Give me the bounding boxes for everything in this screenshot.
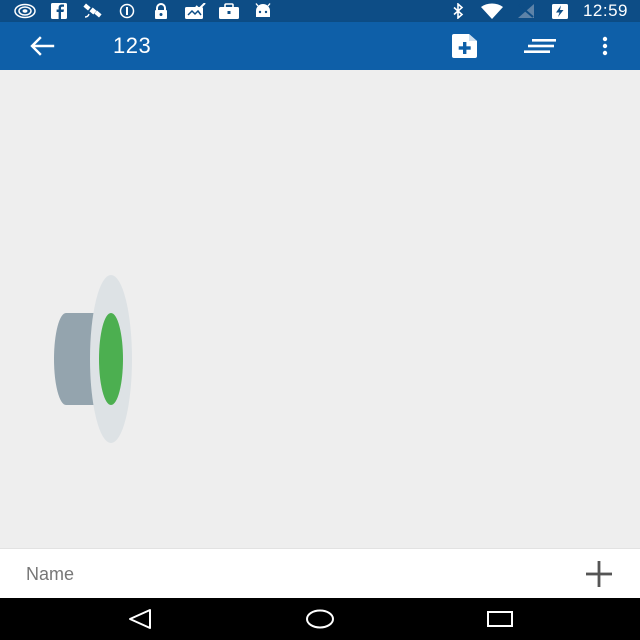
status-time: 12:59 bbox=[582, 1, 628, 20]
battery-charging-icon bbox=[551, 4, 568, 19]
name-input[interactable] bbox=[22, 557, 550, 591]
add-button[interactable] bbox=[584, 559, 614, 589]
bottom-input-bar bbox=[0, 548, 640, 599]
sort-button[interactable] bbox=[522, 32, 556, 60]
system-nav-bar bbox=[0, 598, 640, 640]
back-button[interactable] bbox=[26, 32, 58, 60]
satellite-icon bbox=[83, 3, 102, 18]
status-icons-left bbox=[14, 0, 274, 22]
lock-icon bbox=[155, 3, 167, 19]
page-title: 123 bbox=[113, 33, 152, 58]
more-vertical-icon bbox=[602, 36, 608, 56]
briefcase-icon bbox=[219, 3, 239, 19]
wifi-icon bbox=[480, 3, 503, 19]
sort-lines-icon bbox=[524, 39, 556, 53]
canvas-drawing bbox=[54, 275, 132, 443]
bluetooth-icon bbox=[453, 3, 464, 19]
circle-info-icon bbox=[119, 3, 135, 19]
more-options-button[interactable] bbox=[588, 32, 622, 60]
signal-off-icon bbox=[517, 4, 534, 18]
arrow-left-icon bbox=[30, 36, 55, 56]
canvas-area[interactable] bbox=[0, 70, 640, 548]
add-file-icon bbox=[452, 34, 477, 58]
add-file-button[interactable] bbox=[448, 32, 482, 60]
plus-icon bbox=[586, 561, 612, 587]
nav-back-button[interactable] bbox=[124, 606, 156, 632]
nav-home-button[interactable] bbox=[304, 606, 336, 632]
status-bar: 12:59 bbox=[0, 0, 640, 22]
back-triangle-icon bbox=[129, 609, 151, 629]
recents-square-icon bbox=[487, 611, 513, 627]
facebook-icon bbox=[51, 3, 67, 19]
nav-recents-button[interactable] bbox=[484, 606, 516, 632]
home-circle-icon bbox=[306, 609, 334, 629]
photo-check-icon bbox=[185, 3, 206, 19]
status-icons-right: 12:59 bbox=[447, 0, 628, 22]
android-icon bbox=[255, 3, 271, 17]
cylinder-node-icon[interactable] bbox=[54, 275, 132, 443]
app-bar: 123 bbox=[0, 22, 640, 70]
target-icon bbox=[14, 3, 36, 19]
